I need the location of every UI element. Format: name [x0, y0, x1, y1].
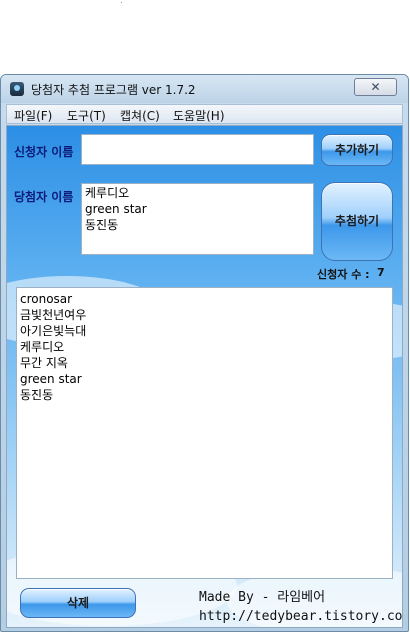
- menu-help[interactable]: 도움말(H): [173, 107, 225, 124]
- applicant-name-input[interactable]: [81, 134, 314, 165]
- close-icon[interactable]: ✕: [354, 78, 397, 96]
- stray-dot: [121, 2, 122, 3]
- applicant-list[interactable]: cronosar 금빛천년여우 아기은빛늑대 케루디오 무간 지옥 green …: [16, 287, 393, 579]
- menu-tools[interactable]: 도구(T): [67, 107, 106, 124]
- list-item: 금빛천년여우: [20, 308, 87, 322]
- winner-name-label: 당첨자 이름: [14, 190, 74, 204]
- menu-file[interactable]: 파일(F): [14, 107, 52, 124]
- add-button[interactable]: 추가하기: [321, 134, 393, 166]
- author-credit: Made By - 라임베어: [199, 590, 326, 605]
- menu-bar: 파일(F) 도구(T) 캡쳐(C) 도움말(H): [6, 104, 403, 124]
- applicant-name-label: 신청자 이름: [14, 145, 74, 159]
- list-item: cronosar: [20, 292, 73, 306]
- list-item: 동진동: [20, 388, 54, 402]
- winner-list[interactable]: 케루디오 green star 동진동: [81, 183, 314, 255]
- draw-button[interactable]: 추첨하기: [321, 182, 393, 261]
- list-item: 무간 지옥: [20, 356, 68, 370]
- title-bar[interactable]: 당첨자 추첨 프로그램 ver 1.7.2 ✕: [1, 75, 408, 103]
- list-item: 아기은빛늑대: [20, 324, 87, 338]
- author-url: http://tedybear.tistory.com: [199, 609, 403, 624]
- client-area: 신청자 이름 추가하기 당첨자 이름 케루디오 green star 동진동 추…: [6, 125, 403, 628]
- list-item: 동진동: [85, 218, 119, 232]
- app-icon: [10, 82, 24, 96]
- list-item: 케루디오: [20, 340, 65, 354]
- app-window: 당첨자 추첨 프로그램 ver 1.7.2 ✕ 파일(F) 도구(T) 캡쳐(C…: [0, 74, 409, 632]
- list-item: green star: [20, 372, 82, 386]
- applicant-count-value: 7: [377, 266, 385, 279]
- menu-capture[interactable]: 캡쳐(C): [120, 107, 160, 124]
- delete-button[interactable]: 삭제: [20, 588, 136, 618]
- window-title: 당첨자 추첨 프로그램 ver 1.7.2: [31, 83, 196, 97]
- list-item: green star: [85, 202, 147, 216]
- applicant-count-label: 신청자 수 :: [317, 268, 370, 281]
- list-item: 케루디오: [85, 186, 130, 200]
